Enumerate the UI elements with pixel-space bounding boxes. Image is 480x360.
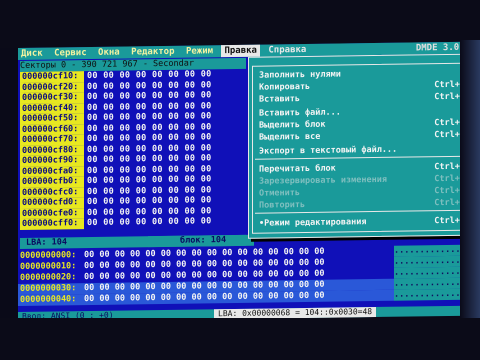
monitor-bezel-bottom — [0, 318, 480, 360]
hex-row-bytes[interactable]: 00 00 00 00 00 00 00 00 — [84, 174, 212, 186]
edit-menu-item[interactable]: Вставить Ctrl+V — [259, 92, 469, 106]
hex-row-bytes[interactable]: 00 00 00 00 00 00 00 00 — [84, 153, 212, 165]
hex-row-bytes[interactable]: 00 00 00 00 00 00 00 00 — [84, 216, 212, 228]
edit-menu-item-label: Экспорт в текстовый файл... — [259, 144, 398, 157]
lba-label: LBA: 104 — [26, 237, 67, 248]
hex-row-bytes[interactable]: 00 00 00 00 00 00 00 00 — [84, 132, 212, 144]
block-label: блок: 104 — [180, 235, 227, 246]
monitor-edge-glow — [460, 40, 480, 320]
bottom-hex-address: 0000000040: — [18, 294, 84, 306]
screen: Диск Сервис Окна Редактор Режим Правка С… — [0, 0, 480, 360]
edit-menu-item-label: •Режим редактирования — [259, 217, 367, 229]
edit-menu-item-label: Зарезервировать изменения — [259, 174, 387, 187]
menu-editor[interactable]: Редактор — [128, 46, 177, 59]
edit-menu-item[interactable]: •Режим редактирования Ctrl+E — [259, 216, 469, 230]
edit-menu-item[interactable]: Выделить все Ctrl+A — [259, 130, 469, 144]
block-bar: блок: 104 — [148, 234, 254, 248]
hex-row-bytes[interactable]: 00 00 00 00 00 00 00 00 — [84, 69, 212, 81]
dmde-terminal-window: Диск Сервис Окна Редактор Режим Правка С… — [18, 41, 478, 322]
hex-panel-bottom[interactable]: 0000000000: 00 00 00 00 00 00 00 00 00 00… — [18, 245, 478, 311]
menu-edit[interactable]: Правка — [221, 44, 260, 58]
hex-panel-top[interactable]: 000000cf10: 00 00 00 00 00 00 00 00 000000… — [20, 69, 246, 238]
menu-service[interactable]: Сервис — [51, 47, 90, 60]
edit-menu-frame: Заполнить нулями Копировать Ctrl+C Вставить… — [252, 62, 472, 234]
menu-mode[interactable]: Режим — [183, 45, 216, 57]
edit-menu-item-label: Вставить файл... — [259, 107, 341, 119]
edit-menu-item-label: Заполнить нулями — [259, 69, 341, 81]
monitor-bezel-top — [0, 0, 480, 48]
menu-disk[interactable]: Диск — [18, 48, 46, 60]
edit-menu-dropdown: Заполнить нулями Копировать Ctrl+C Вставить… — [248, 53, 476, 239]
edit-menu-item-label: Повторить — [259, 199, 306, 211]
menu-windows[interactable]: Окна — [95, 47, 123, 59]
edit-menu-item-label: Выделить блок — [259, 119, 326, 131]
edit-menu-item-label: Перечитать блок — [259, 163, 336, 175]
hex-row-bytes[interactable]: 00 00 00 00 00 00 00 00 — [84, 111, 212, 123]
edit-menu-item-label: Выделить все — [259, 131, 321, 143]
edit-menu-item-label: Вставить — [259, 94, 300, 105]
hex-row-bytes[interactable]: 00 00 00 00 00 00 00 00 — [84, 90, 212, 102]
menu-help[interactable]: Справка — [265, 44, 309, 57]
hex-row[interactable]: 000000cff0: 00 00 00 00 00 00 00 00 — [20, 216, 246, 230]
edit-menu-item-label: Отменить — [259, 188, 300, 199]
hex-row-bytes[interactable]: 00 00 00 00 00 00 00 00 — [84, 195, 212, 207]
bottom-hex-ascii[interactable]: ................ — [394, 289, 476, 301]
edit-menu-item-label: Копировать — [259, 81, 311, 93]
hex-row-address: 000000cff0: — [20, 218, 84, 230]
